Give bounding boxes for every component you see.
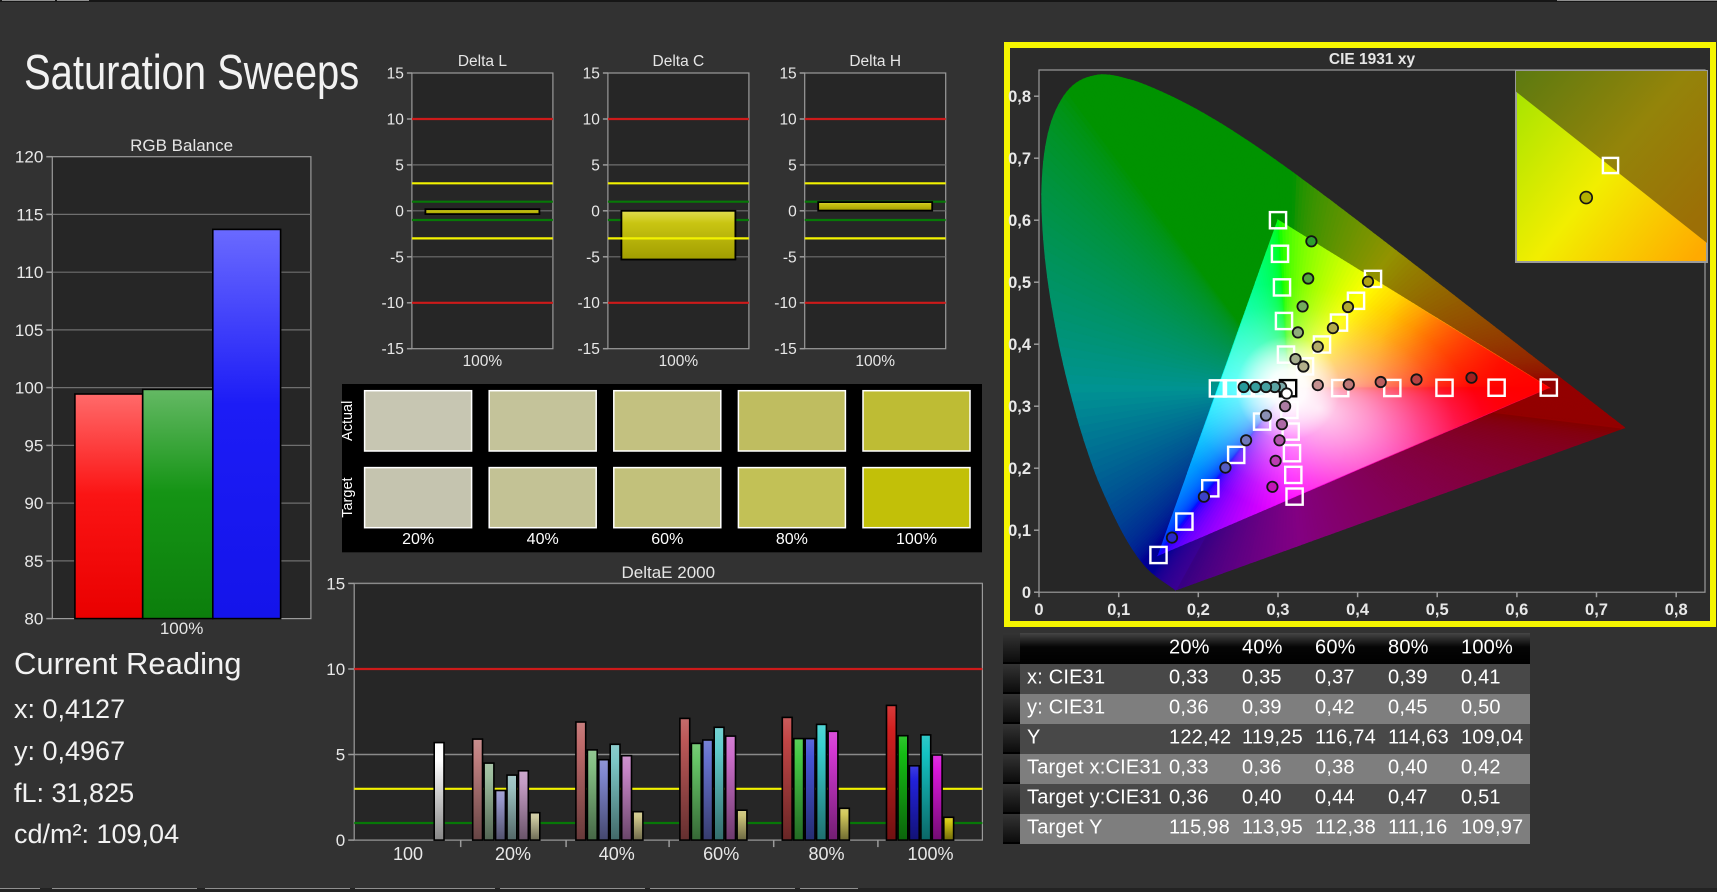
svg-text:0,1: 0,1 (1107, 601, 1130, 619)
svg-text:Delta H: Delta H (849, 53, 901, 70)
svg-text:-10: -10 (381, 295, 404, 312)
svg-text:10: 10 (779, 112, 797, 129)
svg-text:0,1: 0,1 (1008, 522, 1031, 540)
svg-text:100%: 100% (463, 353, 503, 370)
svg-text:-15: -15 (381, 341, 403, 358)
svg-text:0,8: 0,8 (1008, 88, 1031, 106)
svg-text:0: 0 (591, 203, 600, 220)
svg-text:90: 90 (24, 494, 43, 513)
svg-text:-15: -15 (577, 341, 599, 358)
svg-text:80: 80 (24, 610, 43, 629)
svg-text:100%: 100% (659, 353, 699, 370)
svg-text:40%: 40% (599, 844, 635, 864)
svg-text:0,4: 0,4 (1008, 336, 1032, 354)
svg-text:-15: -15 (774, 341, 796, 358)
svg-text:20%: 20% (495, 844, 531, 864)
svg-text:5: 5 (788, 157, 797, 174)
svg-text:15: 15 (779, 66, 796, 83)
svg-text:110: 110 (16, 263, 43, 282)
svg-text:95: 95 (24, 436, 43, 455)
svg-text:80%: 80% (776, 531, 808, 548)
svg-text:0: 0 (395, 203, 404, 220)
svg-text:0: 0 (1034, 601, 1043, 619)
svg-text:0,2: 0,2 (1187, 601, 1210, 619)
svg-text:5: 5 (336, 746, 345, 765)
svg-text:105: 105 (15, 321, 43, 340)
svg-text:100%: 100% (907, 844, 953, 864)
svg-text:DeltaE 2000: DeltaE 2000 (622, 563, 716, 582)
svg-text:-10: -10 (774, 295, 797, 312)
svg-text:100: 100 (393, 844, 423, 864)
svg-text:100%: 100% (855, 353, 895, 370)
svg-text:0,5: 0,5 (1008, 274, 1031, 292)
svg-text:0,6: 0,6 (1505, 601, 1528, 619)
svg-text:5: 5 (395, 157, 404, 174)
svg-text:80%: 80% (808, 844, 844, 864)
svg-text:0: 0 (336, 831, 345, 850)
svg-text:115: 115 (16, 205, 43, 224)
svg-text:0,4: 0,4 (1346, 601, 1370, 619)
svg-text:20%: 20% (402, 531, 434, 548)
svg-text:-5: -5 (783, 249, 797, 266)
svg-text:40%: 40% (527, 531, 559, 548)
svg-text:0: 0 (1022, 584, 1031, 602)
svg-text:0,6: 0,6 (1008, 212, 1031, 230)
svg-text:10: 10 (326, 660, 345, 679)
svg-text:100%: 100% (160, 619, 203, 638)
svg-text:0,8: 0,8 (1665, 601, 1688, 619)
svg-text:15: 15 (387, 66, 404, 83)
svg-text:-10: -10 (577, 295, 600, 312)
svg-text:10: 10 (387, 112, 405, 129)
svg-text:0,3: 0,3 (1008, 398, 1031, 416)
svg-text:85: 85 (24, 552, 43, 571)
svg-text:15: 15 (583, 66, 600, 83)
svg-text:100%: 100% (896, 531, 937, 548)
svg-text:100: 100 (15, 379, 43, 398)
svg-text:120: 120 (15, 148, 43, 167)
svg-text:RGB Balance: RGB Balance (130, 136, 233, 155)
svg-text:Delta L: Delta L (458, 53, 507, 70)
svg-text:Actual: Actual (340, 401, 356, 441)
svg-text:10: 10 (583, 112, 601, 129)
svg-text:0,2: 0,2 (1008, 460, 1031, 478)
svg-text:-5: -5 (586, 249, 600, 266)
svg-text:Delta C: Delta C (653, 53, 705, 70)
svg-text:0: 0 (788, 203, 797, 220)
svg-text:5: 5 (591, 157, 600, 174)
svg-text:Target: Target (340, 477, 356, 517)
svg-text:0,5: 0,5 (1426, 601, 1449, 619)
svg-text:0,7: 0,7 (1585, 601, 1608, 619)
svg-text:-5: -5 (390, 249, 404, 266)
svg-text:15: 15 (326, 574, 345, 593)
svg-text:60%: 60% (651, 531, 683, 548)
svg-text:CIE 1931 xy: CIE 1931 xy (1329, 51, 1416, 68)
svg-text:0,3: 0,3 (1267, 601, 1290, 619)
svg-text:0,7: 0,7 (1008, 150, 1031, 168)
svg-text:60%: 60% (703, 844, 739, 864)
